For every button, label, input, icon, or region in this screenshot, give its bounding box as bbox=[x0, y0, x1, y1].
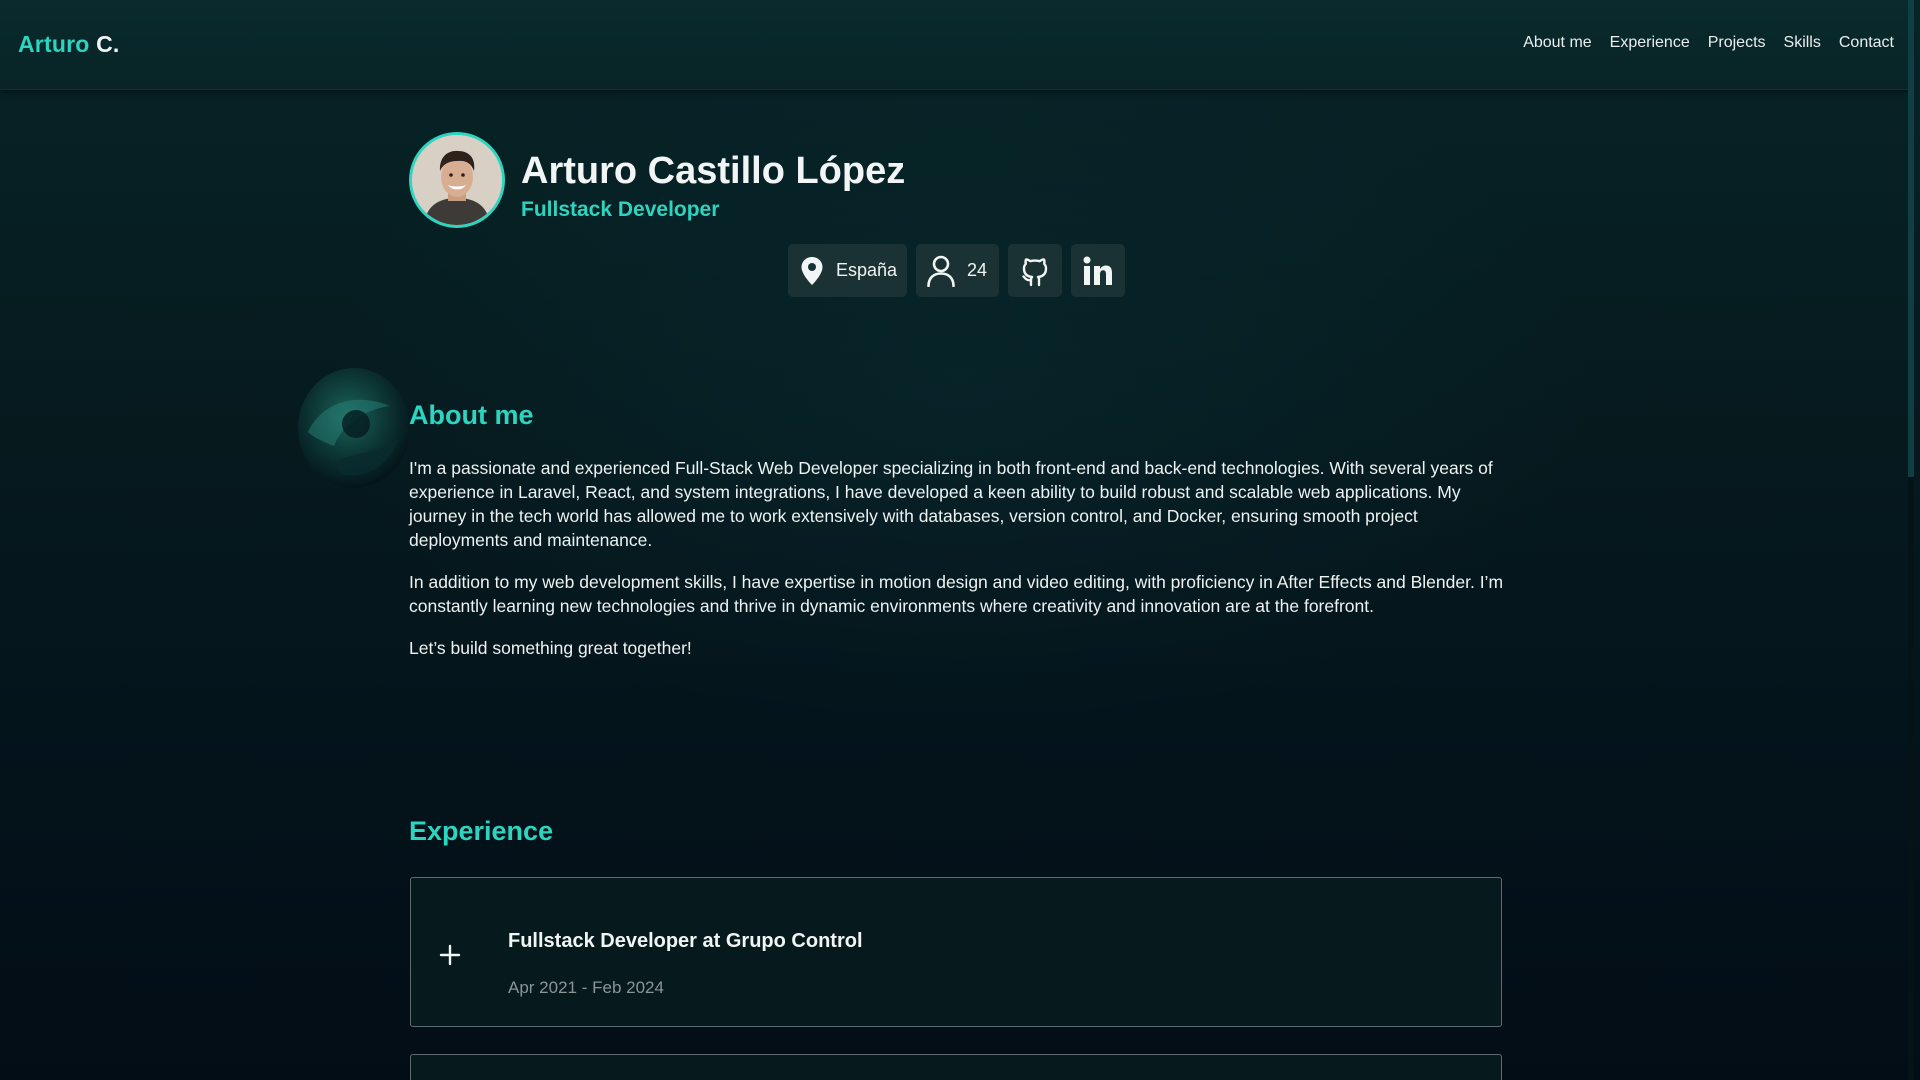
location-chip: España bbox=[788, 244, 907, 297]
nav-link-projects[interactable]: Projects bbox=[1708, 34, 1766, 52]
nav-links: About me Experience Projects Skills Cont… bbox=[1523, 34, 1894, 52]
nav-link-experience[interactable]: Experience bbox=[1610, 34, 1690, 52]
plus-icon[interactable] bbox=[439, 944, 461, 966]
experience-card-next[interactable] bbox=[410, 1054, 1502, 1080]
about-paragraph-3: Let’s build something great together! bbox=[409, 638, 692, 658]
brand-first-name[interactable]: Arturo bbox=[18, 31, 89, 57]
scrollbar-thumb[interactable] bbox=[1908, 0, 1914, 477]
age-text: 24 bbox=[967, 260, 988, 280]
github-icon[interactable] bbox=[1020, 255, 1050, 287]
scrollbar[interactable] bbox=[1908, 0, 1914, 1080]
brand-last-initial[interactable]: C. bbox=[96, 31, 119, 57]
map-pin-icon bbox=[800, 256, 824, 286]
nav-link-skills[interactable]: Skills bbox=[1784, 34, 1821, 52]
decorative-orb bbox=[294, 362, 414, 492]
profile-name: Arturo Castillo López bbox=[521, 150, 906, 192]
avatar bbox=[409, 132, 505, 228]
experience-dates: Apr 2021 - Feb 2024 bbox=[508, 978, 664, 997]
navbar: Arturo C. About me Experience Projects S… bbox=[0, 0, 1914, 90]
about-section-title: About me bbox=[409, 400, 534, 430]
experience-section-title: Experience bbox=[409, 816, 554, 846]
experience-role: Fullstack Developer at Grupo Control bbox=[508, 930, 863, 952]
page: Arturo C. About me Experience Projects S… bbox=[0, 0, 1914, 1080]
avatar-photo bbox=[412, 135, 502, 225]
nav-link-contact[interactable]: Contact bbox=[1839, 34, 1894, 52]
profile-role: Fullstack Developer bbox=[521, 198, 720, 221]
linkedin-link[interactable] bbox=[1071, 244, 1125, 297]
brand-logo[interactable]: Arturo C. bbox=[18, 31, 119, 58]
linkedin-icon[interactable] bbox=[1082, 255, 1114, 287]
user-icon bbox=[926, 255, 956, 287]
age-chip: 24 bbox=[916, 244, 999, 297]
about-text: I'm a passionate and experienced Full-St… bbox=[409, 456, 1505, 678]
location-text: España bbox=[836, 260, 898, 280]
nav-link-about[interactable]: About me bbox=[1523, 34, 1591, 52]
profile-chips: España 24 bbox=[788, 244, 1125, 297]
github-link[interactable] bbox=[1008, 244, 1062, 297]
about-paragraph-1: I'm a passionate and experienced Full-St… bbox=[409, 458, 1493, 550]
experience-card[interactable]: Fullstack Developer at Grupo Control Apr… bbox=[410, 877, 1502, 1027]
about-paragraph-2: In addition to my web development skills… bbox=[409, 572, 1504, 616]
